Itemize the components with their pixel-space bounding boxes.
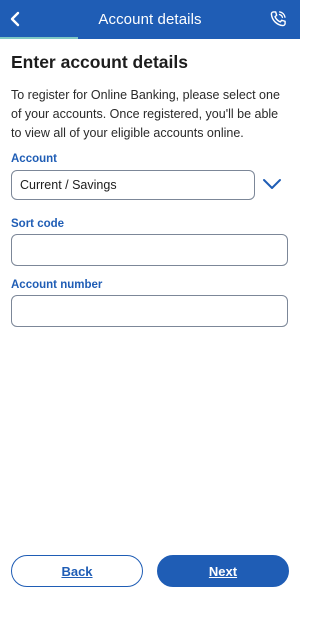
chevron-left-icon[interactable] xyxy=(6,8,26,30)
account-details-screen: Account details Enter account details To… xyxy=(0,0,300,623)
next-button[interactable]: Next xyxy=(157,555,289,587)
chevron-down-icon[interactable] xyxy=(262,176,282,192)
header-title: Account details xyxy=(98,11,202,28)
account-select[interactable]: Current / Savings xyxy=(11,170,255,200)
account-select-value: Current / Savings xyxy=(20,178,117,192)
progress-bar xyxy=(0,37,300,39)
page-title: Enter account details xyxy=(11,52,188,72)
progress-fill xyxy=(0,37,78,39)
back-button[interactable]: Back xyxy=(11,555,143,587)
app-header: Account details xyxy=(0,0,300,39)
intro-text: To register for Online Banking, please s… xyxy=(11,88,280,140)
sort-code-input[interactable] xyxy=(11,234,288,266)
sort-code-label: Sort code xyxy=(11,218,65,230)
phone-icon[interactable] xyxy=(268,9,288,29)
account-number-label: Account number xyxy=(11,279,103,291)
account-number-input[interactable] xyxy=(11,295,288,327)
account-label: Account xyxy=(11,153,57,165)
